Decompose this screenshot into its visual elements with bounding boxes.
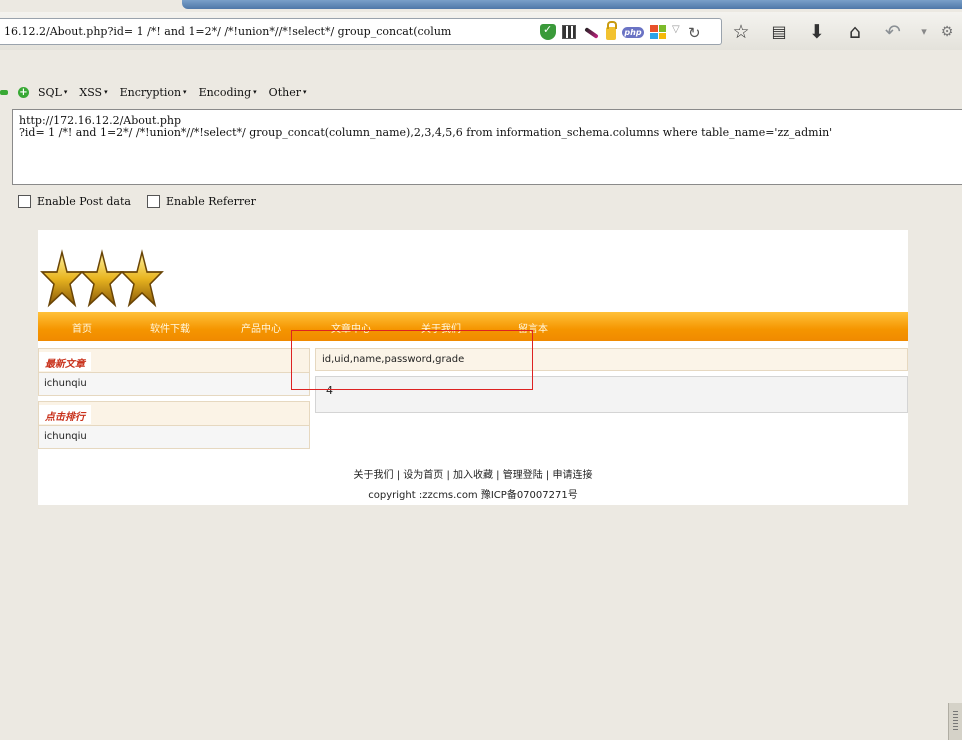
- php-icon[interactable]: php: [622, 26, 644, 38]
- reading-list-icon[interactable]: ▤: [766, 20, 792, 44]
- caret-icon: ▾: [302, 87, 307, 96]
- hackbar-panel: + SQL ▾ XSS ▾ Encryption ▾ Encoding ▾ Other ▾…: [0, 50, 962, 217]
- box-header: 点击排行: [39, 402, 309, 426]
- menu-sql-label: SQL: [38, 85, 62, 99]
- window-titlebar: [0, 0, 962, 12]
- star-icon: [40, 236, 84, 316]
- quill-icon[interactable]: [582, 24, 600, 40]
- site-footer: 关于我们 | 设为首页 | 加入收藏 | 管理登陆 | 申请连接 copyrig…: [38, 466, 908, 501]
- bookmark-star-icon[interactable]: ☆: [728, 20, 754, 44]
- caret-icon: ▾: [104, 87, 108, 96]
- latest-articles-title: 最新文章: [39, 352, 91, 371]
- download-icon[interactable]: ⬇: [804, 20, 830, 44]
- hackbar-url-textarea[interactable]: http://172.16.12.2/About.php ?id= 1 /*! …: [12, 109, 962, 185]
- address-bar[interactable]: 16.12.2/About.php?id= 1 /*! and 1=2*/ /*…: [0, 18, 722, 45]
- menu-xss[interactable]: XSS ▾: [79, 86, 107, 99]
- menu-other[interactable]: Other ▾: [269, 86, 307, 99]
- menu-encryption-label: Encryption: [119, 85, 182, 99]
- enable-referrer-checkbox[interactable]: [146, 195, 160, 208]
- caret-icon: ▾: [253, 87, 257, 96]
- box-header: 最新文章: [39, 349, 309, 373]
- highlight-box: [291, 330, 533, 390]
- latest-articles-box: 最新文章 ichunqiu: [38, 348, 310, 396]
- windows-icon[interactable]: [650, 25, 666, 39]
- enable-referrer-label: Enable Referrer: [165, 195, 256, 208]
- star-icon: [80, 236, 124, 316]
- nav-home[interactable]: 首页: [72, 320, 92, 335]
- menu-encoding-label: Encoding: [198, 85, 252, 99]
- caret-icon: ▾: [183, 87, 187, 96]
- address-text[interactable]: 16.12.2/About.php?id= 1 /*! and 1=2*/ /*…: [4, 25, 540, 38]
- nav-products[interactable]: 产品中心: [241, 320, 281, 335]
- latest-article-item[interactable]: ichunqiu: [39, 373, 309, 395]
- qr-code-icon[interactable]: [562, 25, 576, 39]
- reload-icon[interactable]: ↻: [688, 24, 702, 42]
- menu-sql[interactable]: SQL ▾: [38, 86, 67, 99]
- enable-post-label: Enable Post data: [37, 195, 131, 208]
- history-dropdown-icon[interactable]: ▾: [918, 20, 930, 44]
- ranking-item[interactable]: ichunqiu: [39, 426, 309, 448]
- web-page: 首页 软件下载 产品中心 文章中心 关于我们 留言本 最新文章 ichunqiu…: [38, 230, 908, 505]
- ranking-title: 点击排行: [39, 405, 91, 424]
- browser-toolbar: 16.12.2/About.php?id= 1 /*! and 1=2*/ /*…: [0, 12, 962, 50]
- home-icon[interactable]: ⌂: [842, 20, 868, 44]
- lock-icon[interactable]: [606, 21, 617, 40]
- menu-other-label: Other: [268, 85, 301, 99]
- hackbar-menu: + SQL ▾ XSS ▾ Encryption ▾ Encoding ▾ Other ▾: [0, 84, 318, 100]
- url-dropdown-icon[interactable]: ▽: [672, 24, 682, 40]
- shield-check-icon[interactable]: [540, 23, 556, 40]
- menu-xss-label: XSS: [79, 85, 103, 99]
- settings-icon[interactable]: ⚙: [940, 20, 954, 44]
- status-bar: [0, 731, 962, 740]
- site-logo: [40, 236, 164, 316]
- enable-post-checkbox[interactable]: [18, 195, 31, 208]
- decrease-icon[interactable]: [0, 89, 8, 95]
- back-icon[interactable]: ↶: [880, 20, 906, 44]
- address-bar-icons: php ▽ ↻: [540, 21, 702, 42]
- url-line-2: ?id= 1 /*! and 1=2*/ /*!union*//*!select…: [19, 126, 833, 139]
- footer-links[interactable]: 关于我们 | 设为首页 | 加入收藏 | 管理登陆 | 申请连接: [38, 466, 908, 481]
- hackbar-options: Enable Post data Enable Referrer: [18, 195, 272, 208]
- titlebar-glow: [182, 0, 962, 9]
- caret-icon: ▾: [63, 87, 68, 96]
- menu-encryption[interactable]: Encryption ▾: [120, 86, 187, 99]
- resize-grip[interactable]: [948, 703, 962, 740]
- increase-icon[interactable]: +: [18, 86, 29, 98]
- sidebar: 最新文章 ichunqiu 点击排行 ichunqiu: [38, 348, 310, 454]
- menu-encoding[interactable]: Encoding ▾: [199, 86, 257, 99]
- star-icon: [120, 236, 164, 316]
- ranking-box: 点击排行 ichunqiu: [38, 401, 310, 449]
- toolbar-buttons: ☆ ▤ ⬇ ⌂ ↶ ▾ ⚙: [728, 20, 954, 44]
- nav-downloads[interactable]: 软件下载: [150, 320, 190, 335]
- copyright: copyright :zzcms.com 豫ICP备07007271号: [368, 490, 578, 501]
